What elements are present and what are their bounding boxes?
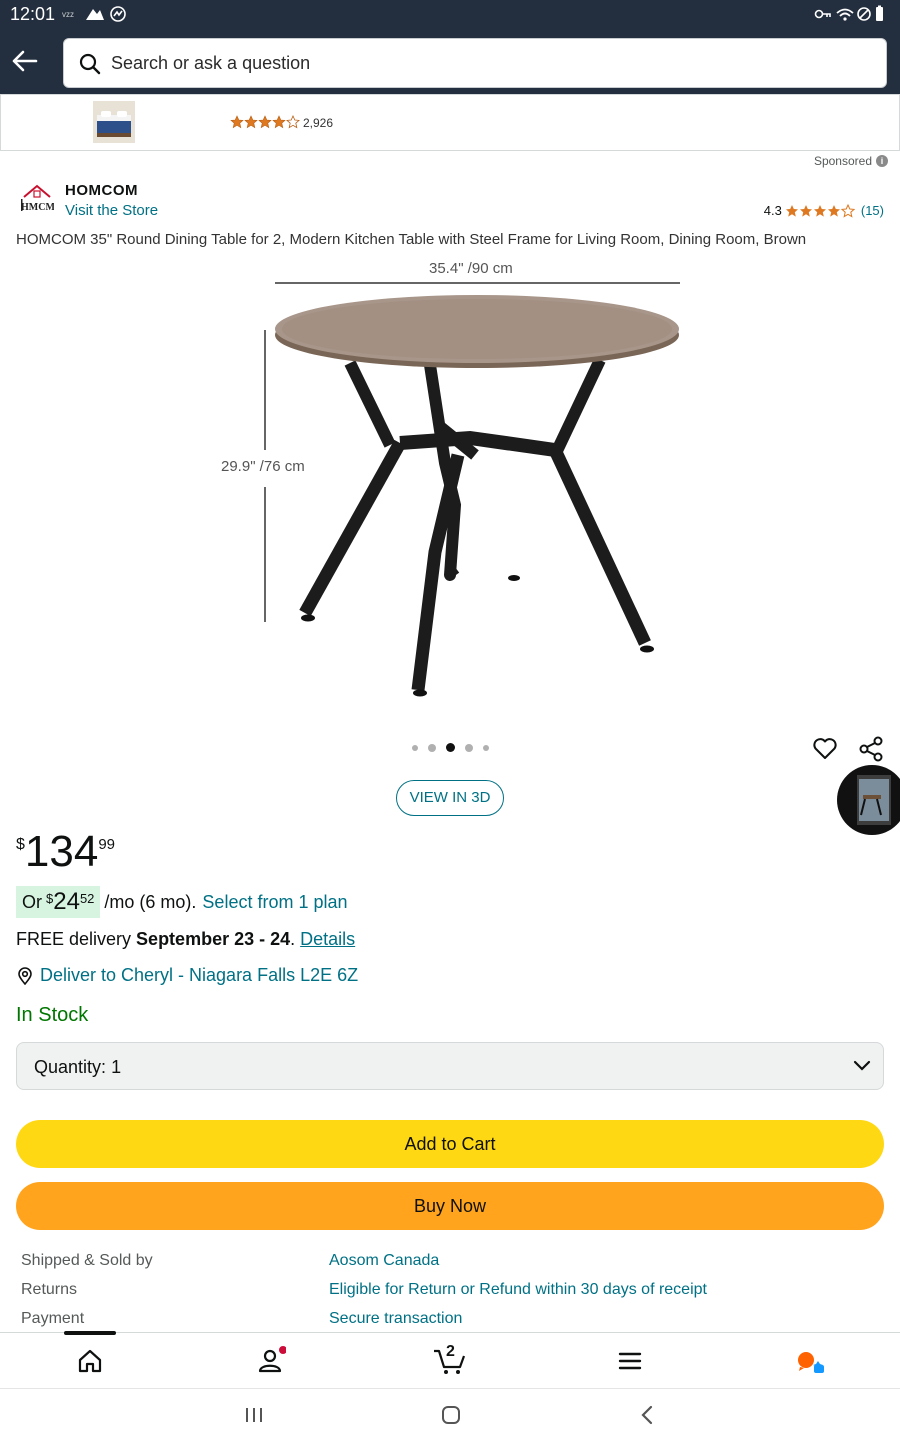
info-key: Returns [21, 1281, 78, 1298]
height-dimension-label: 29.9" /76 cm [219, 458, 307, 475]
installment-whole: 24 [53, 888, 80, 915]
delivery-date: September 23 - 24 [136, 929, 291, 949]
ad-product-thumbnail [93, 101, 135, 143]
heart-icon[interactable] [812, 736, 838, 762]
brand-logo[interactable]: HMCM [20, 183, 54, 213]
quantity-label: Quantity: 1 [34, 1057, 121, 1078]
account-icon[interactable] [254, 1345, 286, 1377]
sponsored-text: Sponsored [813, 154, 872, 168]
video-thumbnail[interactable] [837, 765, 900, 835]
width-dimension-label: 35.4" /90 cm [429, 260, 513, 277]
price: $ 134 99 [16, 828, 115, 876]
recent-apps-icon[interactable] [242, 1403, 266, 1427]
rufus-assistant-icon[interactable] [794, 1345, 826, 1377]
status-system-icons [814, 5, 892, 28]
cart-count: 2 [446, 1343, 455, 1360]
add-to-cart-button[interactable]: Add to Cart [16, 1120, 884, 1168]
buy-now-button[interactable]: Buy Now [16, 1182, 884, 1230]
share-icon[interactable] [858, 736, 884, 762]
dining-table-image [264, 282, 680, 697]
search-icon [79, 53, 101, 75]
home-icon[interactable] [74, 1345, 106, 1377]
price-whole: 134 [24, 827, 99, 876]
quantity-label-text: Quantity: [34, 1057, 107, 1077]
info-key: Payment [21, 1310, 85, 1327]
info-icon[interactable]: i [876, 155, 888, 167]
quantity-dropdown[interactable]: Quantity: 1 [16, 1042, 884, 1090]
sponsored-ad-strip[interactable]: 2,926 [0, 94, 900, 151]
view-in-3d-button[interactable]: VIEW IN 3D [396, 780, 504, 816]
product-title: HOMCOM 35" Round Dining Table for 2, Mod… [16, 231, 807, 248]
search-input[interactable]: Search or ask a question [63, 38, 887, 88]
payment-link[interactable]: Secure transaction [329, 1310, 462, 1328]
delivery-period: . [290, 929, 296, 949]
back-arrow-icon[interactable] [10, 48, 40, 74]
installment-symbol: $ [46, 891, 54, 906]
image-carousel-dots[interactable] [0, 743, 900, 752]
quantity-value: 1 [111, 1057, 122, 1077]
notification-icon [86, 6, 126, 22]
returns-link[interactable]: Eligible for Return or Refund within 30 … [329, 1281, 707, 1299]
delivery-info: FREE delivery September 23 - 24. Details [16, 929, 355, 950]
carousel-dot[interactable] [427, 743, 436, 752]
svg-text:HMCM: HMCM [21, 202, 54, 213]
carousel-dot[interactable] [482, 744, 489, 751]
carousel-dot-active[interactable] [445, 743, 455, 752]
installment-offer: Or $ 24 52 /mo (6 mo). Select from 1 pla… [16, 886, 348, 918]
carrier-label: ᴠᴢᴢ [62, 10, 74, 19]
ad-star-rating-icon [230, 115, 300, 129]
carousel-dot[interactable] [411, 744, 418, 751]
product-image[interactable]: 35.4" /90 cm 29.9" /76 cm [200, 255, 700, 715]
installment-fraction: 52 [79, 891, 95, 906]
android-navigation-bar [0, 1388, 900, 1440]
rating-value: 4.3 [763, 203, 782, 218]
home-button-icon[interactable] [439, 1403, 463, 1427]
seller-link[interactable]: Aosom Canada [329, 1252, 439, 1270]
delivery-details-link[interactable]: Details [300, 929, 355, 949]
status-time: 12:01 [10, 4, 56, 24]
back-button-icon[interactable] [636, 1403, 660, 1427]
price-fraction: 99 [98, 836, 116, 853]
search-header: Search or ask a question [0, 30, 900, 94]
carousel-dot[interactable] [464, 743, 473, 752]
menu-icon[interactable] [614, 1345, 646, 1377]
status-bar: 12:01 ᴠᴢᴢ [0, 0, 900, 30]
video-preview-icon [857, 775, 891, 825]
location-pin-icon [18, 966, 32, 985]
info-row-returns: Returns Eligible for Return or Refund wi… [21, 1281, 881, 1310]
ad-rating-count: 2,926 [303, 116, 334, 130]
cart-nav-item[interactable]: 2 [432, 1343, 468, 1377]
installment-or: Or [22, 892, 42, 912]
brand-name: HOMCOM [65, 182, 138, 199]
installment-term: /mo (6 mo). [104, 891, 197, 912]
select-plan-link[interactable]: Select from 1 plan [202, 892, 347, 913]
deliver-to-text: Deliver to Cheryl - Niagara Falls L2E 6Z [40, 965, 359, 985]
star-rating-icon [785, 203, 855, 218]
price-symbol: $ [16, 836, 25, 853]
installment-badge: Or $ 24 52 [16, 886, 101, 918]
visit-store-link[interactable]: Visit the Store [65, 202, 158, 219]
seller-info-table: Shipped & Sold by Aosom Canada Returns E… [21, 1252, 881, 1339]
deliver-to-location[interactable]: Deliver to Cheryl - Niagara Falls L2E 6Z [16, 965, 358, 986]
delivery-prefix: FREE delivery [16, 929, 132, 949]
chevron-down-icon [853, 1060, 871, 1071]
product-rating[interactable]: 4.3 (15) [764, 203, 884, 218]
review-count: (15) [860, 203, 884, 218]
stock-status: In Stock [16, 1004, 89, 1026]
system-icons [814, 5, 883, 21]
nav-active-indicator [64, 1331, 116, 1335]
bottom-navigation: 2 [0, 1331, 900, 1388]
info-row-shipped: Shipped & Sold by Aosom Canada [21, 1252, 881, 1281]
search-placeholder: Search or ask a question [111, 53, 311, 73]
sponsored-label[interactable]: Sponsored i [814, 154, 888, 168]
status-notification-icons [84, 5, 128, 28]
info-key: Shipped & Sold by [21, 1252, 153, 1269]
